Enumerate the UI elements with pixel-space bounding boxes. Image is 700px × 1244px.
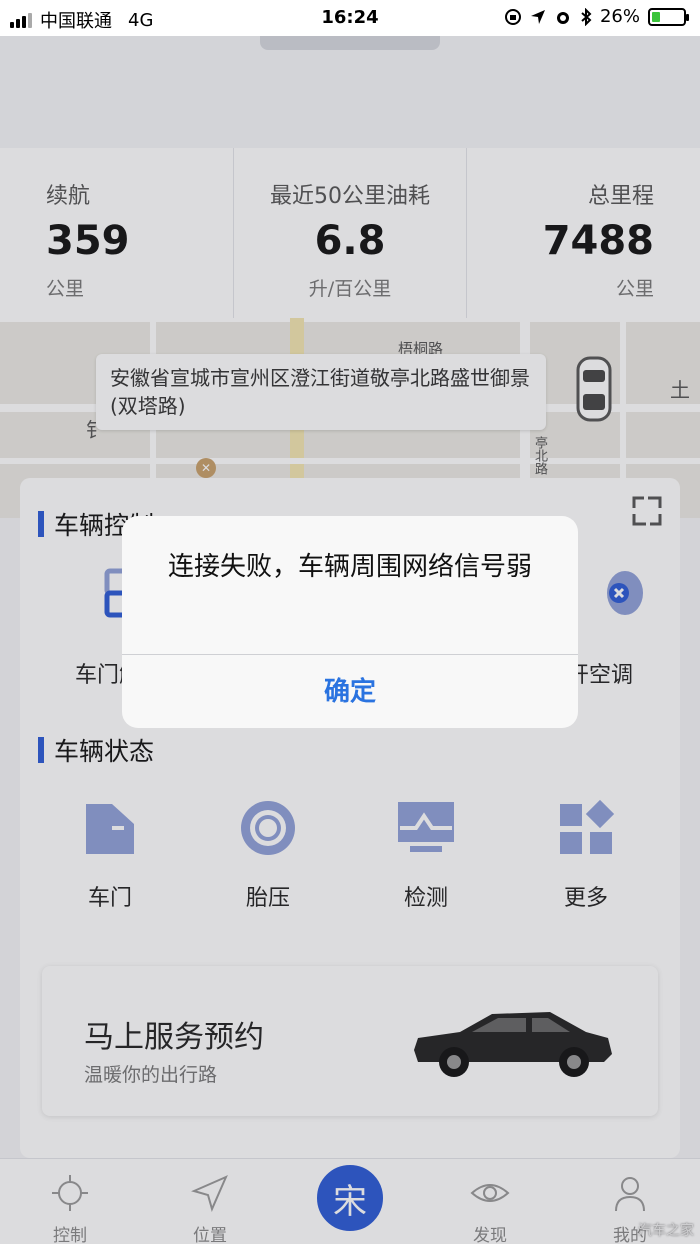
status-bar: 中国联通 4G 16:24 26% (0, 0, 700, 36)
alarm-icon (556, 11, 569, 24)
battery-icon (648, 7, 689, 26)
alert-ok-button[interactable]: 确定 (122, 655, 578, 728)
bluetooth-icon (581, 7, 592, 26)
alert-message: 连接失败，车辆周围网络信号弱 (167, 552, 532, 582)
alert-dialog: 连接失败，车辆周围网络信号弱 确定 (122, 516, 578, 728)
status-bar-right: 26% (504, 6, 689, 27)
battery-percent: 26% (599, 6, 640, 27)
rotation-lock-icon (504, 8, 521, 25)
location-icon (530, 9, 545, 24)
